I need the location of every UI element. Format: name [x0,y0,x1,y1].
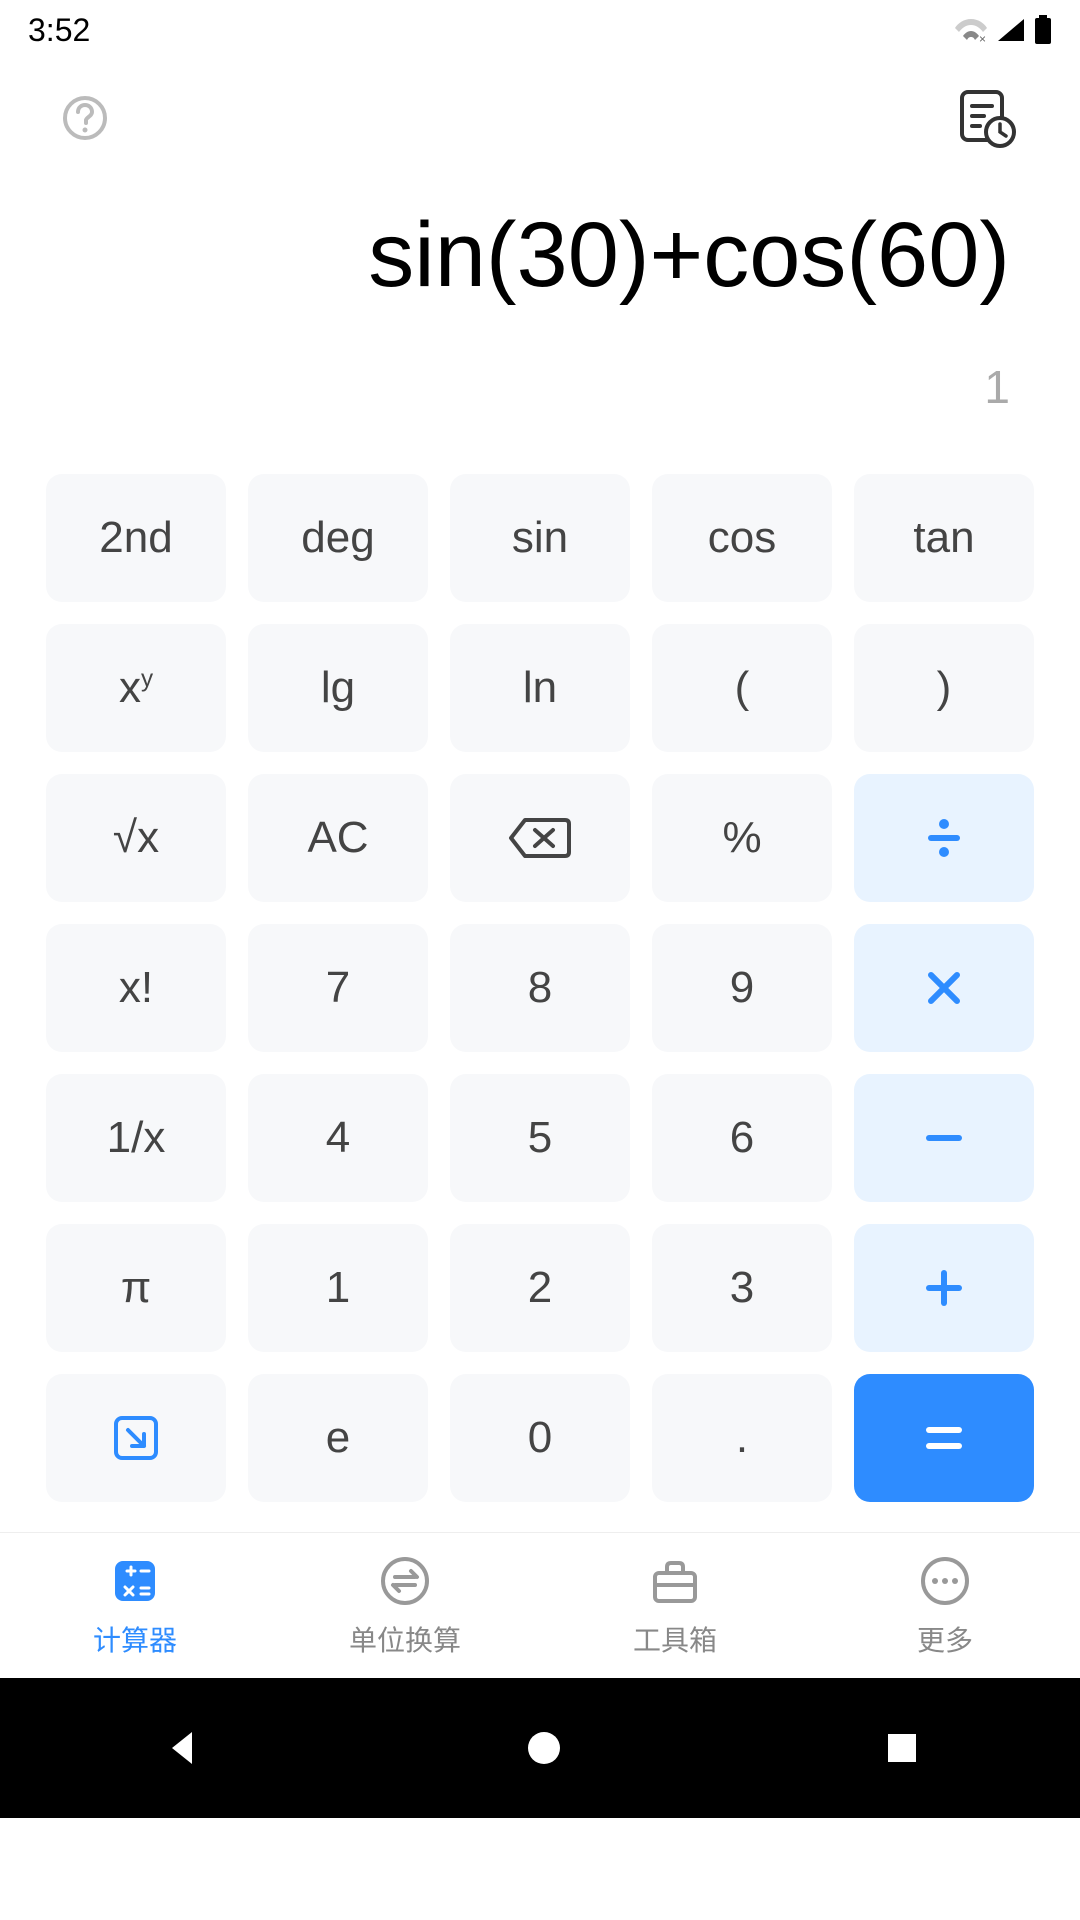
status-icons: × [954,15,1052,45]
key-2nd[interactable]: 2nd [46,474,226,602]
result: 1 [70,360,1010,414]
key-plus[interactable] [854,1224,1034,1352]
history-icon [952,84,1020,152]
key-divide[interactable] [854,774,1034,902]
key-0[interactable]: 0 [450,1374,630,1502]
key-backspace[interactable] [450,774,630,902]
equals-icon [924,1423,964,1453]
divide-icon [922,816,966,860]
power-base: x [119,663,141,712]
display-area: sin(30)+cos(60) 1 [0,180,1080,454]
key-7[interactable]: 7 [248,924,428,1052]
history-button[interactable] [952,84,1020,157]
calculator-icon [107,1553,163,1609]
key-4[interactable]: 4 [248,1074,428,1202]
key-2[interactable]: 2 [450,1224,630,1352]
key-6[interactable]: 6 [652,1074,832,1202]
back-icon [160,1726,204,1770]
convert-icon [377,1553,433,1609]
home-icon [524,1728,564,1768]
more-icon [917,1553,973,1609]
backspace-icon [507,816,573,860]
top-bar [0,60,1080,180]
key-pi[interactable]: π [46,1224,226,1352]
nav-unit-convert[interactable]: 单位换算 [270,1533,540,1678]
nav-label: 单位换算 [349,1619,461,1659]
key-deg[interactable]: deg [248,474,428,602]
key-multiply[interactable] [854,924,1034,1052]
key-factorial[interactable]: x! [46,924,226,1052]
key-8[interactable]: 8 [450,924,630,1052]
svg-text:×: × [979,32,986,43]
key-reciprocal[interactable]: 1/x [46,1074,226,1202]
expression: sin(30)+cos(60) [70,200,1010,310]
multiply-icon [925,969,963,1007]
sys-recent[interactable] [884,1730,920,1766]
key-sin[interactable]: sin [450,474,630,602]
battery-icon [1034,15,1052,45]
plus-icon [924,1268,964,1308]
recent-icon [884,1730,920,1766]
key-open-paren[interactable]: ( [652,624,832,752]
nav-label: 计算器 [93,1619,177,1659]
signal-icon [996,17,1026,43]
sys-home[interactable] [524,1728,564,1768]
key-e[interactable]: e [248,1374,428,1502]
keypad: 2nd deg sin cos tan xy lg ln ( ) √x AC %… [0,454,1080,1532]
status-bar: 3:52 × [0,0,1080,60]
nav-calculator[interactable]: 计算器 [0,1533,270,1678]
key-sqrt[interactable]: √x [46,774,226,902]
key-cos[interactable]: cos [652,474,832,602]
key-close-paren[interactable]: ) [854,624,1034,752]
nav-label: 更多 [917,1619,973,1659]
key-equals[interactable] [854,1374,1034,1502]
bottom-nav: 计算器 单位换算 工具箱 更多 [0,1532,1080,1678]
nav-more[interactable]: 更多 [810,1533,1080,1678]
nav-toolbox[interactable]: 工具箱 [540,1533,810,1678]
sys-back[interactable] [160,1726,204,1770]
key-ln[interactable]: ln [450,624,630,752]
status-time: 3:52 [28,12,90,49]
key-decimal[interactable]: . [652,1374,832,1502]
nav-label: 工具箱 [633,1619,717,1659]
key-tan[interactable]: tan [854,474,1034,602]
key-9[interactable]: 9 [652,924,832,1052]
minus-icon [924,1133,964,1143]
key-percent[interactable]: % [652,774,832,902]
collapse-icon [110,1412,162,1464]
toolbox-icon [647,1553,703,1609]
power-exp: y [141,666,153,693]
wifi-off-icon: × [954,17,988,43]
key-collapse[interactable] [46,1374,226,1502]
key-lg[interactable]: lg [248,624,428,752]
key-minus[interactable] [854,1074,1034,1202]
key-ac[interactable]: AC [248,774,428,902]
key-3[interactable]: 3 [652,1224,832,1352]
system-nav [0,1678,1080,1818]
key-5[interactable]: 5 [450,1074,630,1202]
help-icon [60,93,110,143]
help-button[interactable] [60,93,110,148]
key-1[interactable]: 1 [248,1224,428,1352]
key-power[interactable]: xy [46,624,226,752]
